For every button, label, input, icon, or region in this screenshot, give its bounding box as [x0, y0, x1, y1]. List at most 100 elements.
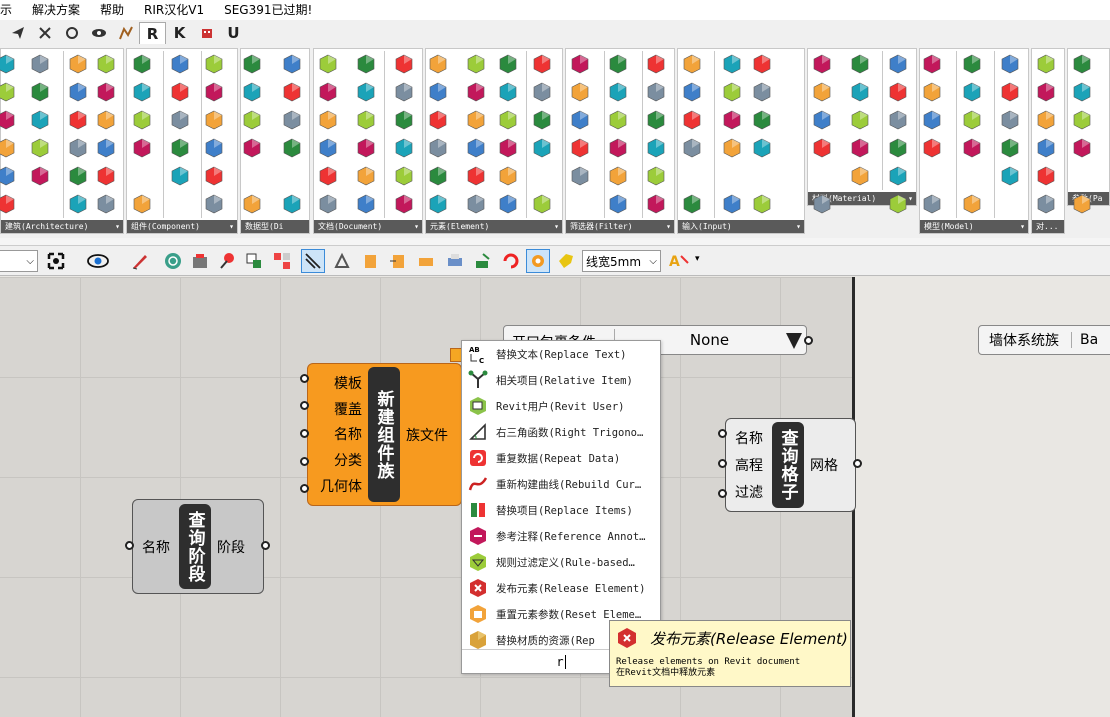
- pin-icon[interactable]: [215, 249, 239, 273]
- select-component-icon[interactable]: [242, 249, 266, 273]
- ribbon-component-icon[interactable]: [922, 138, 942, 158]
- node-query-phase[interactable]: 名称 查询阶段 阶段: [132, 499, 264, 594]
- panel-caption[interactable]: 模型(Model) ▾: [920, 220, 1028, 233]
- output-grip[interactable]: [804, 336, 813, 345]
- ribbon-component-icon[interactable]: [30, 82, 50, 102]
- ribbon-component-icon[interactable]: [888, 166, 908, 186]
- ribbon-component-icon[interactable]: [68, 166, 88, 186]
- ribbon-component-icon[interactable]: [96, 54, 116, 74]
- ribbon-component-icon[interactable]: [0, 194, 16, 214]
- ribbon-component-icon[interactable]: [1072, 54, 1092, 74]
- ribbon-component-icon[interactable]: [1072, 138, 1092, 158]
- ribbon-component-icon[interactable]: [812, 138, 832, 158]
- ribbon-component-icon[interactable]: [1000, 54, 1020, 74]
- ribbon-component-icon[interactable]: [318, 54, 338, 74]
- ribbon-component-icon[interactable]: [722, 110, 742, 130]
- ribbon-component-icon[interactable]: [204, 54, 224, 74]
- ribbon-component-icon[interactable]: [242, 110, 262, 130]
- ribbon-component-icon[interactable]: [682, 110, 702, 130]
- input-grip[interactable]: [718, 459, 727, 468]
- ribbon-component-icon[interactable]: [30, 54, 50, 74]
- input-grip[interactable]: [300, 429, 309, 438]
- list-item-release-element[interactable]: 发布元素(Release Element): [462, 575, 660, 601]
- ribbon-component-icon[interactable]: [888, 54, 908, 74]
- ribbon-component-icon[interactable]: [132, 194, 152, 214]
- ribbon-component-icon[interactable]: [850, 54, 870, 74]
- ribbon-component-icon[interactable]: [850, 110, 870, 130]
- menu-item-help[interactable]: 帮助: [90, 0, 134, 20]
- output-grip[interactable]: [261, 541, 270, 550]
- ribbon-component-icon[interactable]: [532, 54, 552, 74]
- ribbon-component-icon[interactable]: [608, 110, 628, 130]
- ribbon-component-icon[interactable]: [318, 110, 338, 130]
- ribbon-component-icon[interactable]: [282, 82, 302, 102]
- ribbon-component-icon[interactable]: [242, 194, 262, 214]
- ribbon-component-icon[interactable]: [1000, 138, 1020, 158]
- panel-caption[interactable]: 文档(Document) ▾: [314, 220, 422, 233]
- chevron-down-icon[interactable]: ▾: [695, 254, 700, 264]
- list-item-replace-items[interactable]: 替换项目(Replace Items): [462, 497, 660, 523]
- ribbon-component-icon[interactable]: [0, 54, 16, 74]
- ribbon-component-icon[interactable]: [394, 194, 414, 214]
- ribbon-component-icon[interactable]: [394, 54, 414, 74]
- list-item-rule-filter[interactable]: 规则过滤定义(Rule-based…: [462, 549, 660, 575]
- ribbon-component-icon[interactable]: [356, 194, 376, 214]
- ribbon-component-icon[interactable]: [570, 54, 590, 74]
- ribbon-component-icon[interactable]: [812, 82, 832, 102]
- ribbon-component-icon[interactable]: [204, 194, 224, 214]
- ribbon-component-icon[interactable]: [570, 82, 590, 102]
- ribbon-component-icon[interactable]: [30, 110, 50, 130]
- ribbon-component-icon[interactable]: [498, 166, 518, 186]
- ribbon-component-icon[interactable]: [532, 138, 552, 158]
- ribbon-component-icon[interactable]: [922, 82, 942, 102]
- ribbon-component-icon[interactable]: [682, 138, 702, 158]
- ribbon-component-icon[interactable]: [0, 166, 16, 186]
- input-grip[interactable]: [718, 489, 727, 498]
- ribbon-component-icon[interactable]: [96, 138, 116, 158]
- ribbon-component-icon[interactable]: [394, 110, 414, 130]
- tab-vector-icon[interactable]: [85, 22, 112, 44]
- ribbon-component-icon[interactable]: [96, 110, 116, 130]
- ribbon-component-icon[interactable]: [394, 166, 414, 186]
- ribbon-component-icon[interactable]: [1036, 110, 1056, 130]
- ribbon-component-icon[interactable]: [682, 194, 702, 214]
- ribbon-component-icon[interactable]: [812, 54, 832, 74]
- ribbon-component-icon[interactable]: [466, 82, 486, 102]
- ribbon-component-icon[interactable]: [204, 138, 224, 158]
- ribbon-component-icon[interactable]: [282, 194, 302, 214]
- ribbon-component-icon[interactable]: [570, 166, 590, 186]
- ribbon-component-icon[interactable]: [498, 82, 518, 102]
- panel-caption[interactable]: 组件(Component) ▾: [127, 220, 237, 233]
- ribbon-component-icon[interactable]: [30, 138, 50, 158]
- ribbon-component-icon[interactable]: [466, 138, 486, 158]
- list-item-relative-item[interactable]: 相关项目(Relative Item): [462, 367, 660, 393]
- ribbon-component-icon[interactable]: [0, 110, 16, 130]
- ribbon-component-icon[interactable]: [888, 194, 908, 214]
- ribbon-component-icon[interactable]: [1072, 194, 1092, 214]
- ribbon-component-icon[interactable]: [68, 194, 88, 214]
- print-icon[interactable]: [443, 249, 467, 273]
- ribbon-component-icon[interactable]: [722, 138, 742, 158]
- ribbon-component-icon[interactable]: [96, 166, 116, 186]
- tab-sets-icon[interactable]: [58, 22, 85, 44]
- output-grip[interactable]: [853, 459, 862, 468]
- mute-icon[interactable]: [414, 249, 438, 273]
- ribbon-component-icon[interactable]: [608, 54, 628, 74]
- ribbon-component-icon[interactable]: [68, 110, 88, 130]
- ribbon-component-icon[interactable]: [318, 138, 338, 158]
- ribbon-component-icon[interactable]: [752, 82, 772, 102]
- ribbon-component-icon[interactable]: [962, 138, 982, 158]
- ribbon-component-icon[interactable]: [646, 110, 666, 130]
- ribbon-component-icon[interactable]: [646, 166, 666, 186]
- ribbon-component-icon[interactable]: [428, 110, 448, 130]
- panel-caption[interactable]: 元素(Element) ▾: [426, 220, 562, 233]
- input-grip[interactable]: [300, 457, 309, 466]
- tab-maths-icon[interactable]: [31, 22, 58, 44]
- export-icon[interactable]: [471, 249, 495, 273]
- ribbon-component-icon[interactable]: [466, 54, 486, 74]
- ribbon-component-icon[interactable]: [68, 82, 88, 102]
- ribbon-component-icon[interactable]: [922, 194, 942, 214]
- ribbon-component-icon[interactable]: [68, 138, 88, 158]
- ribbon-component-icon[interactable]: [132, 82, 152, 102]
- ribbon-component-icon[interactable]: [962, 82, 982, 102]
